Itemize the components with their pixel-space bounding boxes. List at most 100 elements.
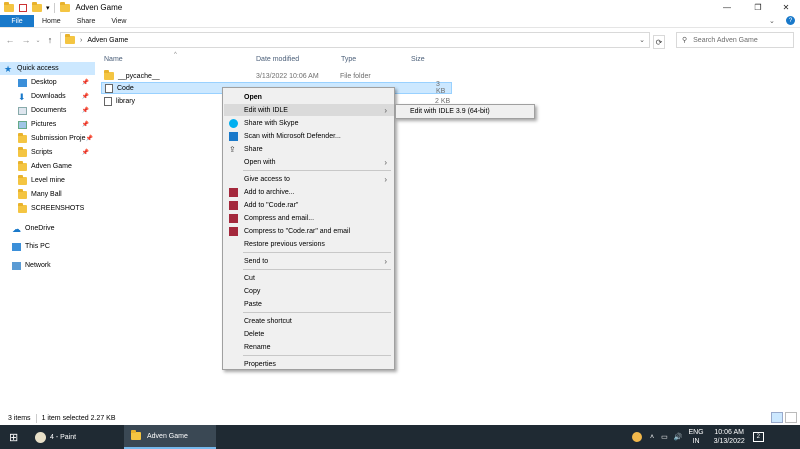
chevron-down-icon[interactable]: ⌄: [769, 17, 775, 25]
menu-item-label: Send to: [244, 257, 269, 265]
taskbar-app-explorer[interactable]: Adven Game: [124, 425, 216, 449]
chevron-down-icon[interactable]: ▾: [46, 4, 50, 12]
menu-item-label: Restore previous versions: [244, 240, 325, 248]
details-view-icon[interactable]: [771, 412, 783, 423]
sidebar-item-submission-project[interactable]: Submission Proje 📌: [0, 132, 95, 145]
sidebar-item-label: Downloads: [31, 93, 66, 100]
back-icon[interactable]: ←: [4, 35, 16, 45]
menu-item-add-to-archive[interactable]: Add to archive...: [224, 186, 394, 198]
pin-icon: 📌: [81, 108, 89, 114]
maximize-icon[interactable]: ❐: [744, 0, 772, 15]
tab-home[interactable]: Home: [34, 15, 69, 27]
network-icon[interactable]: ▭: [661, 433, 668, 441]
sidebar-item-onedrive[interactable]: ☁ OneDrive: [0, 222, 95, 235]
recent-locations-icon[interactable]: ⌄: [32, 37, 44, 44]
file-size: 3 KB: [436, 81, 446, 95]
folder-icon: [131, 430, 141, 440]
clock[interactable]: 10:06 AM 3/13/2022: [714, 428, 745, 446]
weather-icon[interactable]: [632, 432, 642, 442]
refresh-icon[interactable]: ⟳: [653, 35, 665, 49]
menu-item-compress-and-email[interactable]: Compress and email...: [224, 212, 394, 224]
menu-item-open-with[interactable]: Open with ›: [224, 156, 394, 168]
menu-item-rename[interactable]: Rename: [224, 341, 394, 353]
column-header-date[interactable]: Date modified: [256, 56, 299, 63]
menu-item-label: Share: [244, 145, 263, 153]
computer-icon: [12, 242, 21, 251]
sort-indicator-icon: ^: [174, 52, 177, 58]
sidebar-item-desktop[interactable]: Desktop 📌: [0, 76, 95, 89]
menu-item-delete[interactable]: Delete: [224, 328, 394, 340]
menu-separator: [243, 269, 391, 270]
properties-icon[interactable]: [19, 3, 27, 12]
menu-item-share[interactable]: ⇪ Share: [224, 143, 394, 155]
sidebar-item-this-pc[interactable]: This PC: [0, 240, 95, 253]
menu-item-send-to[interactable]: Send to ›: [224, 255, 394, 267]
breadcrumb[interactable]: Adven Game: [87, 37, 128, 44]
context-menu: Open Edit with IDLE › Share with Skype S…: [222, 87, 395, 370]
system-tray: ˄ ▭ 🔊 ENG IN 10:06 AM 3/13/2022 2: [632, 425, 764, 449]
large-icons-view-icon[interactable]: [785, 412, 797, 423]
column-header-type[interactable]: Type: [341, 56, 356, 63]
column-header-name[interactable]: Name: [104, 56, 123, 63]
folder-icon: [18, 146, 27, 157]
chevron-down-icon[interactable]: ⌄: [639, 36, 645, 44]
up-icon[interactable]: ↑: [44, 35, 56, 45]
share-icon: ⇪: [229, 144, 236, 154]
menu-item-scan-defender[interactable]: Scan with Microsoft Defender...: [224, 130, 394, 142]
menu-item-edit-with-idle[interactable]: Edit with IDLE ›: [224, 104, 394, 116]
submenu-edit-with-idle[interactable]: Edit with IDLE 3.9 (64-bit): [395, 104, 535, 119]
menu-item-share-with-skype[interactable]: Share with Skype: [224, 117, 394, 129]
new-folder-icon[interactable]: [32, 1, 42, 12]
tab-view[interactable]: View: [103, 15, 134, 27]
sidebar-item-network[interactable]: Network: [0, 259, 95, 272]
menu-item-paste[interactable]: Paste: [224, 298, 394, 310]
column-header-size[interactable]: Size: [411, 56, 425, 63]
sidebar-item-documents[interactable]: Documents 📌: [0, 104, 95, 117]
menu-item-give-access[interactable]: Give access to ›: [224, 173, 394, 185]
sidebar-item-label: Desktop: [31, 79, 57, 86]
volume-icon[interactable]: 🔊: [674, 433, 683, 441]
notification-count: 2: [756, 434, 760, 440]
menu-item-label: Open with: [244, 158, 276, 166]
menu-item-cut[interactable]: Cut: [224, 272, 394, 284]
menu-item-copy[interactable]: Copy: [224, 285, 394, 297]
notifications-icon[interactable]: 2: [752, 432, 764, 442]
help-icon[interactable]: ?: [786, 16, 795, 25]
sidebar-item-screenshots[interactable]: SCREENSHOTS: [0, 202, 95, 215]
file-row[interactable]: __pycache__ 3/13/2022 10:06 AM File fold…: [101, 70, 452, 82]
file-type: File folder: [340, 72, 371, 80]
sidebar-item-scripts[interactable]: Scripts 📌: [0, 146, 95, 159]
menu-item-label: Add to archive...: [244, 188, 295, 196]
language-indicator[interactable]: ENG IN: [688, 428, 703, 446]
search-input[interactable]: ⚲ Search Adven Game: [676, 32, 794, 48]
sidebar-item-label: This PC: [25, 243, 50, 250]
documents-icon: [18, 106, 27, 115]
sidebar-item-pictures[interactable]: Pictures 📌: [0, 118, 95, 131]
menu-item-add-to-code-rar[interactable]: Add to "Code.rar": [224, 199, 394, 211]
sidebar-item-level-mine[interactable]: Level mine: [0, 174, 95, 187]
winrar-icon: [229, 226, 238, 236]
title-bar: ▾ Adven Game — ❐ ✕: [0, 0, 800, 15]
taskbar-app-paint[interactable]: 4 - Paint: [30, 425, 122, 449]
folder-icon[interactable]: [4, 1, 14, 12]
minimize-icon[interactable]: —: [713, 0, 741, 15]
menu-separator: [243, 170, 391, 171]
tab-file[interactable]: File: [0, 15, 34, 27]
breadcrumb-chevron-icon[interactable]: ›: [80, 37, 82, 44]
menu-item-open[interactable]: Open: [224, 91, 394, 103]
sidebar-item-adven-game[interactable]: Adven Game: [0, 160, 95, 173]
chevron-up-icon[interactable]: ˄: [650, 434, 654, 441]
menu-item-label: Delete: [244, 330, 265, 338]
close-icon[interactable]: ✕: [772, 0, 800, 15]
start-icon[interactable]: ⊞: [9, 425, 18, 449]
sidebar-item-many-ball[interactable]: Many Ball: [0, 188, 95, 201]
sidebar-item-downloads[interactable]: ⬇ Downloads 📌: [0, 90, 95, 103]
menu-item-create-shortcut[interactable]: Create shortcut: [224, 315, 394, 327]
forward-icon[interactable]: →: [20, 35, 32, 45]
pin-icon: 📌: [81, 94, 89, 100]
menu-item-restore-previous-versions[interactable]: Restore previous versions: [224, 238, 394, 250]
tab-share[interactable]: Share: [69, 15, 104, 27]
menu-item-compress-to-code-rar-email[interactable]: Compress to "Code.rar" and email: [224, 225, 394, 237]
address-bar[interactable]: › Adven Game ⌄: [60, 32, 650, 48]
menu-item-properties[interactable]: Properties: [224, 358, 394, 370]
